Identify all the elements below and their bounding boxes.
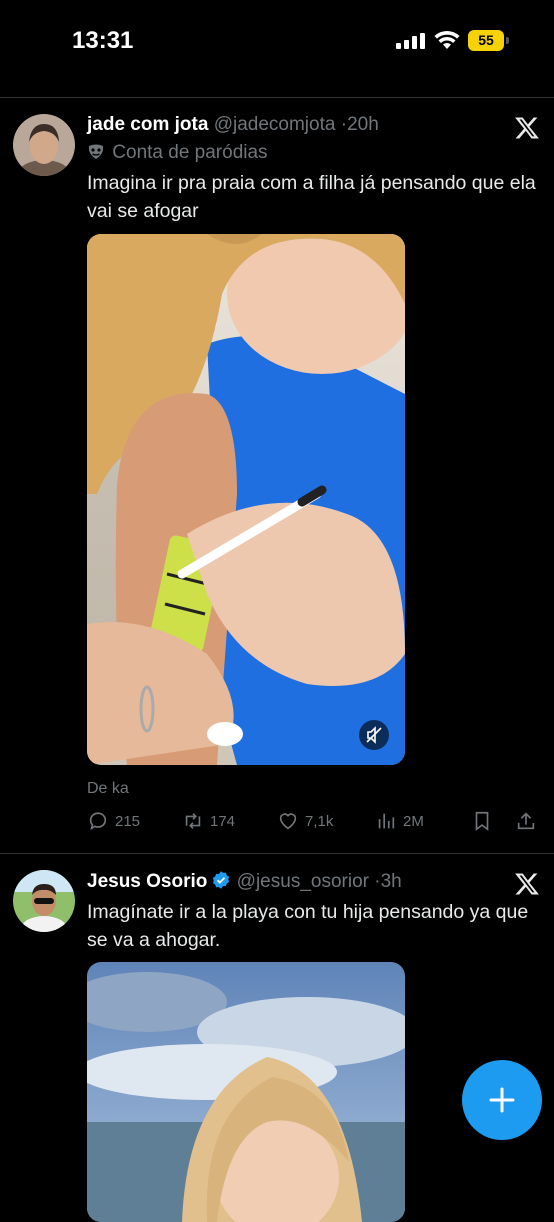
- tweet-time[interactable]: 20h: [347, 114, 379, 135]
- like-count: 7,1k: [305, 812, 334, 830]
- bookmark-icon: [475, 811, 489, 831]
- author-name[interactable]: Jesus Osorio: [87, 871, 207, 892]
- verified-badge-icon: [213, 871, 230, 889]
- cellular-signal-icon: [396, 33, 425, 49]
- reply-icon: [89, 812, 107, 831]
- x-logo-icon[interactable]: [514, 871, 540, 897]
- tweet-time[interactable]: 3h: [381, 871, 402, 892]
- video-frame: [87, 234, 405, 765]
- battery-indicator: 55: [468, 30, 504, 51]
- tweet-header: jade com jota @jadecomjota ·20h: [87, 114, 379, 136]
- repost-icon: [185, 813, 201, 829]
- reply-button[interactable]: 215: [87, 810, 140, 832]
- like-button[interactable]: 7,1k: [277, 810, 333, 832]
- author-name[interactable]: jade com jota: [87, 114, 208, 135]
- parody-label: Conta de paródias: [87, 142, 268, 166]
- tweet-text: Imagina ir pra praia com a filha já pens…: [87, 172, 536, 222]
- views-count: 2M: [403, 812, 424, 830]
- compose-button[interactable]: [462, 1060, 542, 1140]
- battery-tip: [506, 37, 509, 44]
- avatar[interactable]: [13, 114, 75, 176]
- share-icon: [517, 812, 535, 830]
- tweet-header: Jesus Osorio @jesus_osorior ·3h: [87, 870, 402, 893]
- repost-button[interactable]: 174: [182, 810, 235, 832]
- parody-mask-icon: [87, 144, 107, 166]
- plus-icon: [489, 1087, 515, 1113]
- status-time: 13:31: [72, 27, 134, 54]
- speaker-muted-icon: [366, 726, 382, 744]
- views-chart-icon: [378, 813, 395, 829]
- tweet-image[interactable]: [87, 962, 405, 1222]
- photo-frame: [87, 962, 405, 1222]
- parody-label-text: Conta de paródias: [112, 142, 268, 163]
- author-handle[interactable]: @jadecomjota: [214, 114, 336, 135]
- avatar[interactable]: [13, 870, 75, 932]
- bookmark-button[interactable]: [471, 810, 493, 832]
- repost-count: 174: [210, 812, 236, 830]
- media-caption: De ka: [87, 780, 129, 797]
- tweet-actions: 215 174 7,1k 2M: [87, 810, 542, 840]
- wifi-icon: [434, 30, 460, 49]
- mute-button[interactable]: [359, 720, 389, 750]
- share-button[interactable]: [515, 810, 537, 832]
- views-button[interactable]: 2M: [375, 810, 424, 832]
- tweet-text: Imagínate ir a la playa con tu hija pens…: [87, 901, 529, 951]
- status-bar: 13:31 55: [0, 0, 554, 82]
- x-logo-icon[interactable]: [514, 115, 540, 141]
- tweet-video[interactable]: [87, 234, 405, 765]
- tweet-1[interactable]: jade com jota @jadecomjota ·20h Conta de…: [0, 98, 554, 853]
- heart-icon: [279, 813, 297, 830]
- reply-count: 215: [115, 812, 141, 830]
- tweet-2[interactable]: Jesus Osorio @jesus_osorior ·3h Imagínat…: [0, 854, 554, 1222]
- author-handle[interactable]: @jesus_osorior: [237, 871, 369, 892]
